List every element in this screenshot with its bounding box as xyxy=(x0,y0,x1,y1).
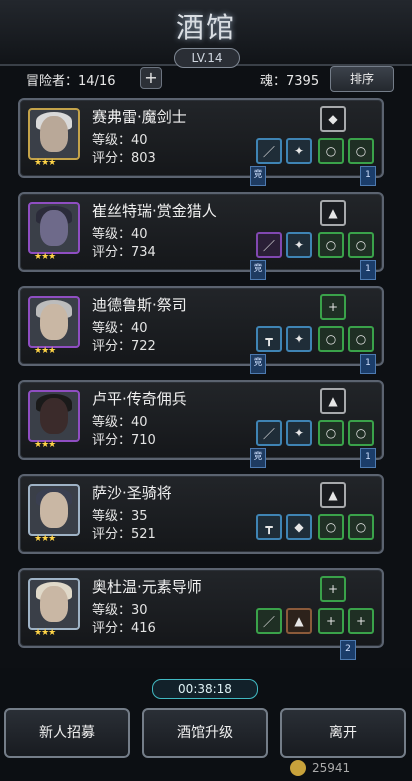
face xyxy=(40,398,68,434)
adventurer-level: 等级：30 xyxy=(92,603,148,618)
adventurer-level: 等级：40 xyxy=(92,227,148,242)
hammer-icon[interactable]: ┳ xyxy=(256,326,282,352)
add-icon[interactable]: + xyxy=(320,576,346,602)
crest-icon[interactable]: ◆ xyxy=(320,106,346,132)
adventurer-card[interactable]: ★★★ 卢平·传奇佣兵 等级：40 评分：710 ▲ ／ ✦ ○ ○ 竞 1 xyxy=(18,380,384,468)
upgrade-tavern-button[interactable]: 酒馆升级 xyxy=(142,708,268,758)
add-icon[interactable]: + xyxy=(318,608,344,634)
adventurer-score: 评分：710 xyxy=(92,433,156,448)
page-indicator: 2 xyxy=(340,640,356,660)
add-adventurer-slot-button[interactable]: + xyxy=(140,67,162,89)
star-rating: ★★★ xyxy=(34,440,56,450)
avatar xyxy=(28,108,80,160)
rank-ribbon: 1 xyxy=(360,448,376,468)
face xyxy=(40,304,68,340)
rank-ribbon: 1 xyxy=(360,166,376,186)
avatar xyxy=(28,202,80,254)
adventurer-name: 迪德鲁斯·祭司 xyxy=(92,296,187,314)
gear-icon[interactable]: ✦ xyxy=(286,420,312,446)
competition-ribbon: 竞 xyxy=(250,354,266,374)
adventurer-card[interactable]: ★★★ 赛弗雷·魔剑士 等级：40 评分：803 ◆ ／ ✦ ○ ○ 竞 1 xyxy=(18,98,384,186)
adventurer-name: 崔丝特瑞·赏金猎人 xyxy=(92,202,217,220)
adventurer-card[interactable]: ★★★ 崔丝特瑞·赏金猎人 等级：40 评分：734 ▲ ／ ✦ ○ ○ 竞 1 xyxy=(18,192,384,280)
adventurer-name: 萨沙·圣骑将 xyxy=(92,484,172,502)
robe-icon[interactable]: ▲ xyxy=(286,608,312,634)
star-rating: ★★★ xyxy=(34,534,56,544)
competition-ribbon: 竞 xyxy=(250,166,266,186)
armor-icon[interactable]: ◆ xyxy=(286,514,312,540)
cloak-icon[interactable]: ▲ xyxy=(320,482,346,508)
ring-icon[interactable]: ○ xyxy=(318,420,344,446)
sword-icon[interactable]: ／ xyxy=(256,138,282,164)
gear-icon[interactable]: ✦ xyxy=(286,138,312,164)
soul-value: 7395 xyxy=(286,74,320,89)
star-rating: ★★★ xyxy=(34,346,56,356)
rank-ribbon: 1 xyxy=(360,260,376,280)
star-rating: ★★★ xyxy=(34,252,56,262)
star-rating: ★★★ xyxy=(34,158,56,168)
ring-icon[interactable]: ○ xyxy=(348,514,374,540)
adventurer-name: 赛弗雷·魔剑士 xyxy=(92,108,187,126)
adventurer-card[interactable]: ★★★ 奥杜温·元素导师 等级：30 评分：416 + ／ ▲ + + xyxy=(18,568,384,648)
rank-ribbon: 1 xyxy=(360,354,376,374)
competition-ribbon: 竞 xyxy=(250,448,266,468)
adventurer-score: 评分：521 xyxy=(92,527,156,542)
adventurers-label: 冒险者： xyxy=(26,74,79,89)
adventurer-level: 等级：35 xyxy=(92,509,148,524)
soul-label: 魂： xyxy=(260,74,287,89)
adventurers-value: 14/16 xyxy=(78,74,116,89)
face xyxy=(40,116,68,152)
page-title: 酒馆 xyxy=(175,11,236,44)
adventurer-name: 奥杜温·元素导师 xyxy=(92,578,202,596)
ring-icon[interactable]: ○ xyxy=(318,138,344,164)
adventurer-card[interactable]: ★★★ 迪德鲁斯·祭司 等级：40 评分：722 + ┳ ✦ ○ ○ 竞 1 xyxy=(18,286,384,374)
adventurer-name: 卢平·传奇佣兵 xyxy=(92,390,187,408)
avatar xyxy=(28,296,80,348)
adventurers-count: 冒险者：14/16 xyxy=(26,70,115,89)
competition-ribbon: 竞 xyxy=(250,260,266,280)
coin-icon xyxy=(290,760,306,776)
star-rating: ★★★ xyxy=(34,628,56,638)
refresh-timer: 00:38:18 xyxy=(152,679,258,699)
axe-icon[interactable]: ┳ xyxy=(256,514,282,540)
ring-icon[interactable]: ○ xyxy=(348,420,374,446)
adventurer-score: 评分：734 xyxy=(92,245,156,260)
adventurer-level: 等级：40 xyxy=(92,415,148,430)
adventurer-score: 评分：722 xyxy=(92,339,156,354)
leave-button[interactable]: 离开 xyxy=(280,708,406,758)
face xyxy=(40,492,68,528)
adventurer-level: 等级：40 xyxy=(92,321,148,336)
avatar xyxy=(28,578,80,630)
ring-icon[interactable]: ○ xyxy=(318,326,344,352)
face xyxy=(40,210,68,246)
ring-icon[interactable]: ○ xyxy=(318,232,344,258)
tavern-level-badge: LV.14 xyxy=(174,48,240,68)
adventurer-score: 评分：803 xyxy=(92,151,156,166)
tavern-screen: 酒馆 LV.14 冒险者：14/16 + 魂：7395 排序 ★★★ 赛弗雷·魔… xyxy=(0,0,412,781)
sword-icon[interactable]: ／ xyxy=(256,420,282,446)
adventurer-level: 等级：40 xyxy=(92,133,148,148)
ring-icon[interactable]: ○ xyxy=(348,326,374,352)
add-icon[interactable]: + xyxy=(320,294,346,320)
add-icon[interactable]: + xyxy=(348,608,374,634)
cloak-icon[interactable]: ▲ xyxy=(320,388,346,414)
staff-icon[interactable]: ／ xyxy=(256,608,282,634)
face xyxy=(40,586,68,622)
dagger-icon[interactable]: ／ xyxy=(256,232,282,258)
adventurer-score: 评分：416 xyxy=(92,621,156,636)
currency-value: 25941 xyxy=(312,761,351,775)
gear-icon[interactable]: ✦ xyxy=(286,232,312,258)
sort-button[interactable]: 排序 xyxy=(330,66,394,92)
adventurer-card[interactable]: ★★★ 萨沙·圣骑将 等级：35 评分：521 ▲ ┳ ◆ ○ ○ xyxy=(18,474,384,554)
gear-icon[interactable]: ✦ xyxy=(286,326,312,352)
cloak-icon[interactable]: ▲ xyxy=(320,200,346,226)
ring-icon[interactable]: ○ xyxy=(348,138,374,164)
ring-icon[interactable]: ○ xyxy=(348,232,374,258)
recruit-button[interactable]: 新人招募 xyxy=(4,708,130,758)
avatar xyxy=(28,390,80,442)
info-bar: 冒险者：14/16 + 魂：7395 排序 xyxy=(18,66,394,92)
avatar xyxy=(28,484,80,536)
charm-icon[interactable]: ○ xyxy=(318,514,344,540)
soul-count: 魂：7395 xyxy=(260,70,319,89)
